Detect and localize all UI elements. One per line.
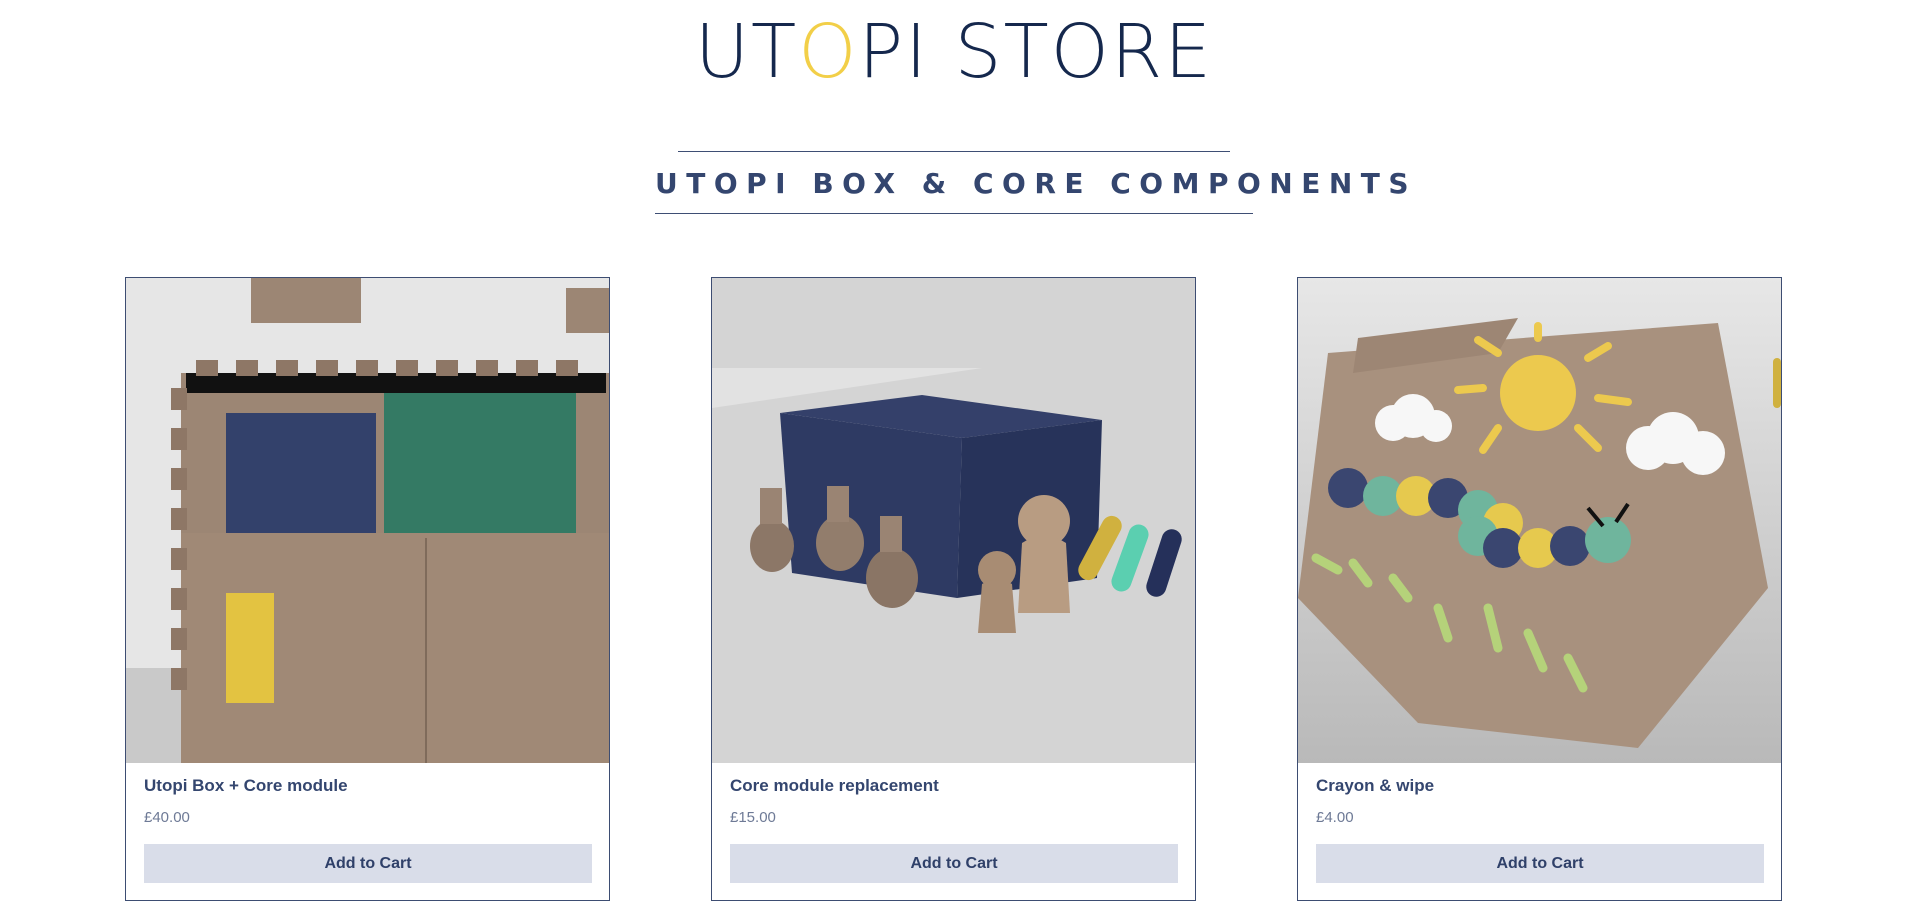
logo-text-part1: UT bbox=[694, 9, 799, 95]
product-card-utopi-box[interactable]: Utopi Box + Core module £40.00 Add to Ca… bbox=[125, 277, 610, 901]
section-title: UTOPI BOX & CORE COMPONENTS bbox=[655, 167, 1418, 200]
product-card-core-module[interactable]: Core module replacement £15.00 Add to Ca… bbox=[711, 277, 1196, 901]
logo-text-part2: PI STORE bbox=[858, 9, 1214, 95]
section-rule-top bbox=[678, 151, 1230, 152]
product-name[interactable]: Crayon & wipe bbox=[1316, 776, 1434, 796]
product-image-core-module[interactable] bbox=[712, 278, 1195, 763]
product-price: £40.00 bbox=[144, 809, 190, 826]
add-to-cart-button[interactable]: Add to Cart bbox=[144, 844, 592, 883]
add-to-cart-button[interactable]: Add to Cart bbox=[730, 844, 1178, 883]
logo-accent-letter: O bbox=[798, 9, 859, 95]
product-image-utopi-box[interactable] bbox=[126, 278, 609, 763]
product-price: £4.00 bbox=[1316, 809, 1354, 826]
product-name[interactable]: Utopi Box + Core module bbox=[144, 776, 348, 796]
section-header: UTOPI BOX & CORE COMPONENTS bbox=[655, 151, 1418, 214]
product-price: £15.00 bbox=[730, 809, 776, 826]
section-rule-bottom bbox=[655, 213, 1253, 214]
add-to-cart-button[interactable]: Add to Cart bbox=[1316, 844, 1764, 883]
product-card-crayon-wipe[interactable]: Crayon & wipe £4.00 Add to Cart bbox=[1297, 277, 1782, 901]
product-name[interactable]: Core module replacement bbox=[730, 776, 939, 796]
product-image-crayon-wipe[interactable] bbox=[1298, 278, 1781, 763]
store-logo[interactable]: UTOPI STORE bbox=[0, 8, 1908, 96]
